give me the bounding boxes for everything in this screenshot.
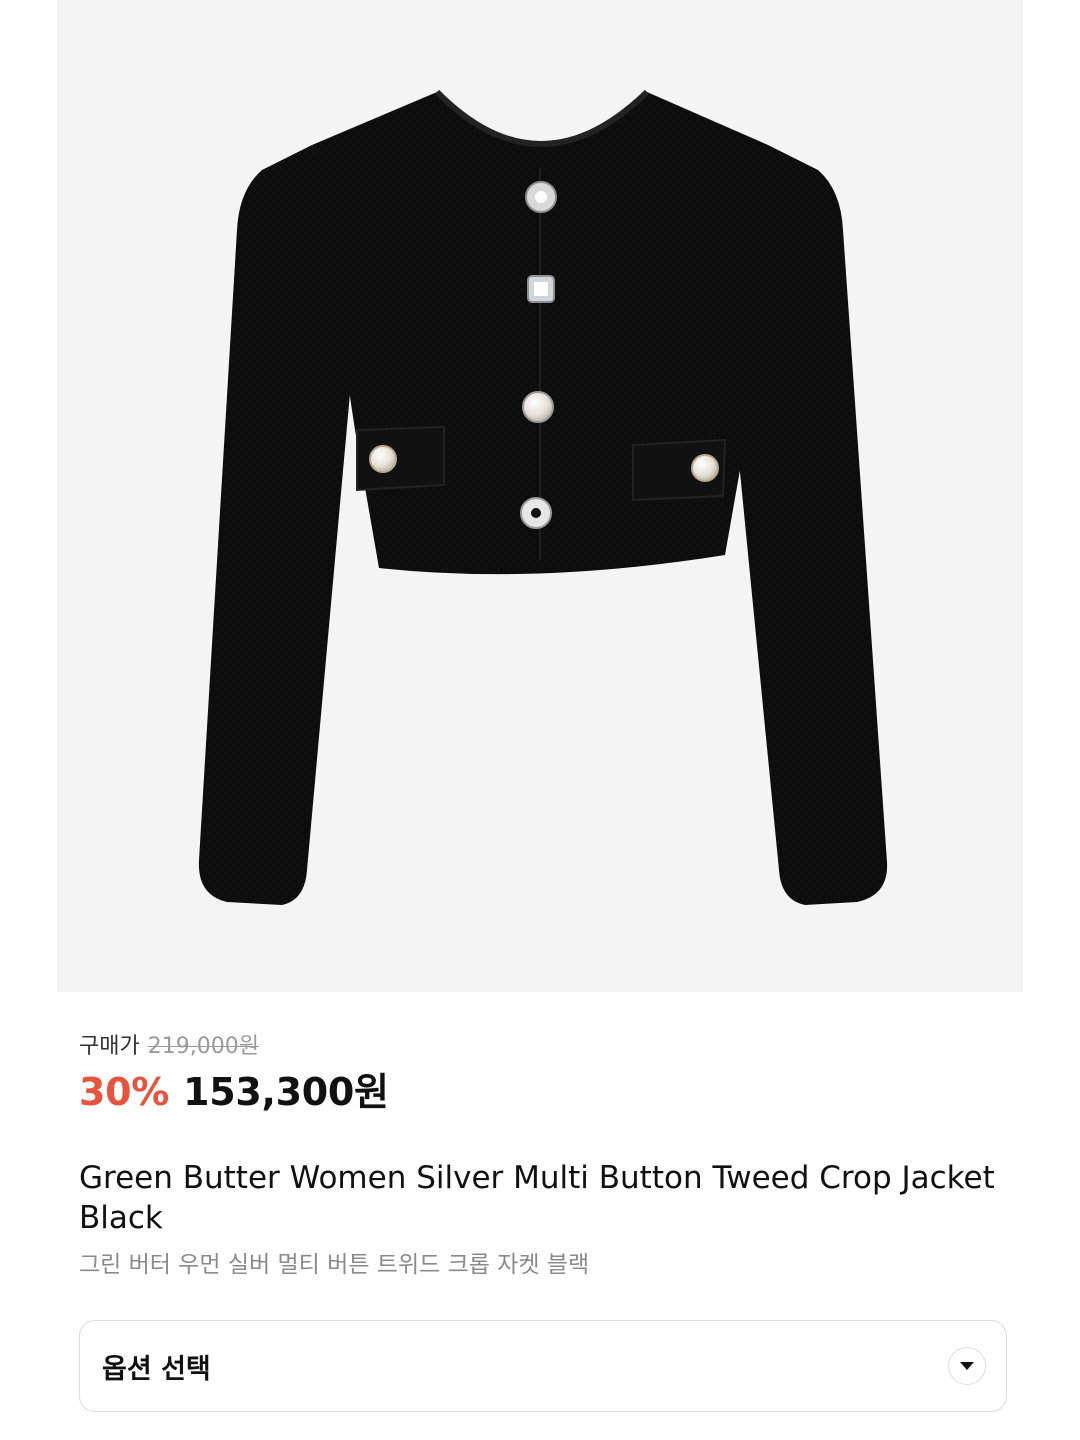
product-info: 구매가 219,000원 30% 153,300원 Green Butter W… (79, 1030, 1009, 1282)
sale-price: 153,300원 (183, 1070, 389, 1114)
chevron-down-icon[interactable] (948, 1347, 986, 1385)
jacket-button-square (527, 275, 555, 303)
purchase-price-row: 구매가 219,000원 (79, 1030, 1009, 1064)
original-price: 219,000원 (147, 1034, 259, 1059)
jacket-button-pearl (522, 391, 554, 423)
jacket-illustration (198, 80, 888, 905)
product-title-korean: 그린 버터 우먼 실버 멀티 버튼 트위드 크롭 자켓 블랙 (79, 1252, 590, 1278)
jacket-pocket-button-right (691, 454, 719, 482)
option-select-label: 옵션 선택 (102, 1353, 211, 1385)
purchase-label: 구매가 (79, 1034, 140, 1059)
jacket-pocket-button-left (369, 445, 397, 473)
discount-rate: 30% (79, 1070, 170, 1114)
product-title-english: Green Butter Women Silver Multi Button T… (79, 1160, 995, 1236)
option-select-dropdown[interactable]: 옵션 선택 (79, 1320, 1007, 1412)
product-image[interactable] (57, 0, 1023, 992)
jacket-button-flower (520, 497, 552, 529)
jacket-button-top (525, 181, 557, 213)
sale-price-row: 30% 153,300원 (79, 1068, 1009, 1116)
chevron-down-glyph (960, 1362, 974, 1370)
